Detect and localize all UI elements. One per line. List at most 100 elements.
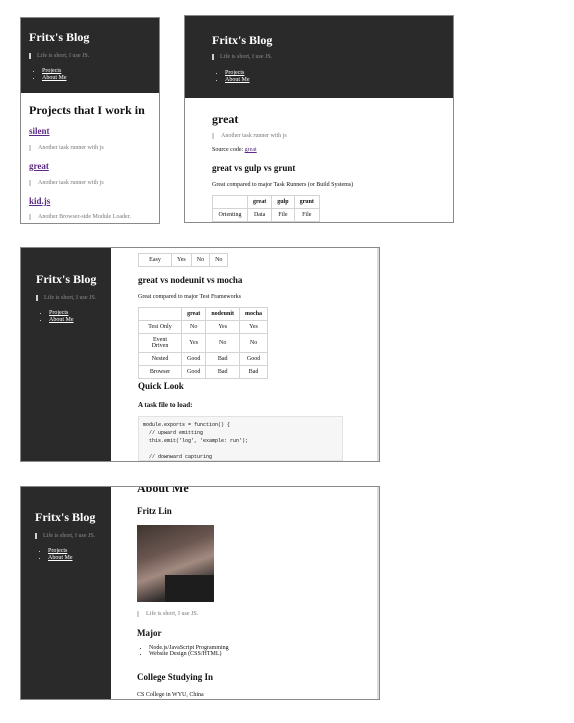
source-label: Source code: <box>212 147 244 153</box>
table-cell: No <box>180 320 207 334</box>
nav-about-me[interactable]: About Me <box>48 555 73 561</box>
blog-nav: Projects About Me <box>35 547 73 562</box>
screenshot-great: Fritx's Blog Life is short, I use JS. Pr… <box>184 15 454 223</box>
page-title: Projects that I work in <box>29 103 145 117</box>
nav-projects[interactable]: Projects <box>48 548 67 554</box>
table-cell: Orienting <box>212 208 248 222</box>
nav-projects[interactable]: Projects <box>49 310 68 316</box>
blog-sidebar: Fritx's Blog Life is short, I use JS. Pr… <box>21 248 111 461</box>
scrollbar[interactable] <box>377 248 379 461</box>
screenshot-projects: Fritx's Blog Life is short, I use JS. Pr… <box>20 17 160 224</box>
section-heading: great vs nodeunit vs mocha <box>138 275 243 285</box>
nav-about-me[interactable]: About Me <box>49 317 74 323</box>
screenshot-about: Fritx's Blog Life is short, I use JS. Pr… <box>20 486 380 700</box>
nav-projects[interactable]: Projects <box>42 68 61 74</box>
table-cell: Yes <box>205 320 241 334</box>
college-text: CS College in WYU, China <box>137 692 204 698</box>
table-cell: Easy <box>138 253 172 267</box>
sub-heading: A task file to load: <box>138 401 193 409</box>
page-title: great <box>212 112 239 126</box>
project-desc: Another task runner with js <box>29 180 104 186</box>
page-title: About Me <box>137 486 189 495</box>
blog-header: Fritx's Blog Life is short, I use JS. Pr… <box>21 18 159 93</box>
table-header-row: great nodeunit mocha <box>138 307 269 321</box>
table-row: Test Only No Yes Yes <box>138 320 269 334</box>
author-name: Fritz Lin <box>137 506 172 516</box>
source-link[interactable]: great <box>245 147 257 153</box>
table-row: Event Driven Yes No No <box>138 333 269 353</box>
table-cell: No <box>190 253 211 267</box>
table-cell: Event Driven <box>138 333 182 353</box>
blog-tagline: Life is short, I use JS. <box>35 533 95 539</box>
blog-title[interactable]: Fritx's Blog <box>36 272 96 287</box>
table-cell: Data <box>246 208 273 222</box>
project-link-great[interactable]: great <box>29 161 49 171</box>
table-header: grunt <box>293 195 320 209</box>
table-cell: Nested <box>138 352 182 366</box>
table-header: gulp <box>271 195 295 209</box>
major-list: Node.js/JavaScript Programming Website D… <box>137 645 229 657</box>
table-header: great <box>246 195 273 209</box>
table-cell: Bad <box>205 365 241 379</box>
project-desc: Another Browser-side Module Loader. <box>29 214 131 220</box>
table-cell: No <box>205 333 241 353</box>
table-cell: Yes <box>171 253 192 267</box>
scrollbar[interactable] <box>377 487 379 699</box>
blog-tagline: Life is short, I use JS. <box>29 53 89 59</box>
blog-title[interactable]: Fritx's Blog <box>29 30 89 45</box>
screenshot-great-scrolled: Fritx's Blog Life is short, I use JS. Pr… <box>20 247 380 462</box>
comparison-table-runners-tail: Easy Yes No No <box>138 253 229 267</box>
table-row: Nested Good Bad Good <box>138 352 269 366</box>
blog-header: Fritx's Blog Life is short, I use JS. Pr… <box>185 16 453 98</box>
project-desc: Another task runner with js <box>212 133 287 139</box>
list-item: Website Design (CSS/HTML) <box>149 651 229 657</box>
table-header <box>138 307 182 321</box>
blog-nav: Projects About Me <box>212 69 250 84</box>
blog-title[interactable]: Fritx's Blog <box>35 510 95 525</box>
section-text: Great compared to major Test Frameworks <box>138 294 241 300</box>
table-row: Browser Good Bad Bad <box>138 365 269 379</box>
table-header-row: great gulp grunt <box>212 195 320 209</box>
blog-title[interactable]: Fritx's Blog <box>212 33 272 48</box>
section-heading: Major <box>137 628 162 638</box>
comparison-table-tests: great nodeunit mocha Test Only No Yes Ye… <box>138 307 269 379</box>
code-block: module.exports = function() { // upward … <box>138 416 343 461</box>
blog-tagline: Life is short, I use JS. <box>212 54 272 60</box>
table-header <box>212 195 248 209</box>
table-cell: Bad <box>239 365 269 379</box>
nav-projects[interactable]: Projects <box>225 70 244 76</box>
section-heading: Quick Look <box>138 381 184 391</box>
project-link-silent[interactable]: silent <box>29 126 50 136</box>
table-header: mocha <box>239 307 269 321</box>
table-cell: Test Only <box>138 320 182 334</box>
table-cell: Browser <box>138 365 182 379</box>
table-cell: No <box>239 333 269 353</box>
blog-nav: Projects About Me <box>36 309 74 324</box>
comparison-table-runners: great gulp grunt Orienting Data File Fil… <box>212 195 320 222</box>
table-cell: Bad <box>205 352 241 366</box>
blog-nav: Projects About Me <box>29 67 67 82</box>
table-row: Easy Yes No No <box>138 253 229 267</box>
profile-photo <box>137 525 214 602</box>
project-desc: Another task runner with js <box>29 145 104 151</box>
section-heading: College Studying In <box>137 672 214 682</box>
table-cell: No <box>209 253 229 267</box>
table-row: Orienting Data File File <box>212 208 320 222</box>
nav-about-me[interactable]: About Me <box>225 77 250 83</box>
table-header: nodeunit <box>205 307 241 321</box>
shirt <box>165 575 214 602</box>
table-cell: File <box>271 208 295 222</box>
nav-about-me[interactable]: About Me <box>42 75 67 81</box>
author-quote: Life is short, I use JS. <box>137 611 198 617</box>
table-cell: File <box>293 208 320 222</box>
section-heading: great vs gulp vs grunt <box>212 163 296 173</box>
project-link-kidjs[interactable]: kid.js <box>29 196 50 206</box>
table-cell: Good <box>239 352 269 366</box>
blog-sidebar: Fritx's Blog Life is short, I use JS. Pr… <box>21 487 111 699</box>
table-cell: Yes <box>239 320 269 334</box>
section-text: Great compared to major Task Runners (or… <box>212 182 354 188</box>
table-cell: Good <box>180 365 207 379</box>
blog-tagline: Life is short, I use JS. <box>36 295 96 301</box>
table-header: great <box>180 307 207 321</box>
table-cell: Good <box>180 352 207 366</box>
